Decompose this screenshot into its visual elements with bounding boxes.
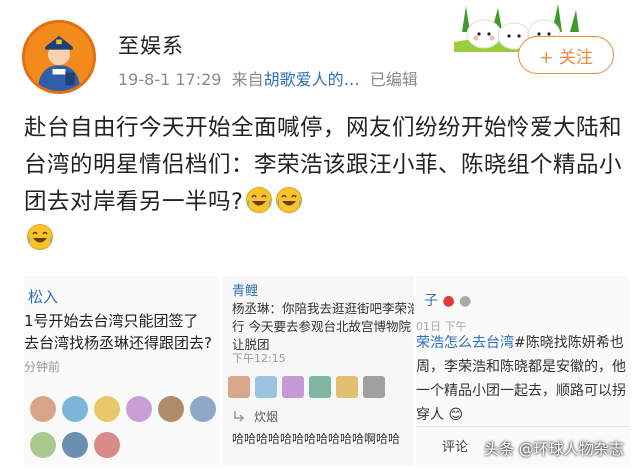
author-avatar[interactable] (22, 20, 96, 94)
user-avatar (126, 396, 152, 422)
level-badge-icon: ● (459, 293, 472, 309)
user-avatar (30, 396, 56, 422)
laugh-cry-emoji-icon (246, 187, 273, 213)
thumbnail (282, 376, 304, 398)
post-text: 赴台自由行今天开始全面喊停，网友们纷纷开始怜爱大陆和台湾的明星情侣档们：李荣浩该… (24, 115, 623, 215)
laugh-cry-emoji-icon (27, 224, 53, 250)
follow-button[interactable]: + 关注 (518, 36, 614, 74)
panel2-line-1: 杨丞琳：你陪我去逛逛街吧李荣浩 (232, 301, 414, 316)
from-label: 来自 (231, 70, 264, 89)
post-image-1[interactable]: 松入 1号开始去台湾只能团签了 去台湾找杨丞琳还得跟团去? 分钟前 (24, 276, 220, 466)
panel2-reply-name: 炊烟 (254, 410, 279, 424)
user-avatar (94, 432, 120, 458)
thumbnail (228, 376, 250, 398)
panel1-avatar-row-2 (30, 432, 120, 458)
thumbnail (309, 376, 331, 398)
user-avatar (62, 432, 88, 458)
post-source-link[interactable]: 胡歌爱人的… (264, 70, 360, 89)
panel3-line-1: 荣浩怎么去台湾#陈晓找陈妍希也 (416, 332, 624, 352)
police-avatar-icon (25, 23, 93, 91)
panel1-username: 松入 (28, 288, 59, 306)
user-avatar (62, 396, 88, 422)
panel3-username-text: 子 (424, 293, 438, 309)
panel3-username: 子 ● ● (424, 290, 471, 310)
panel1-line-2: 去台湾找杨丞琳还得跟团去? (24, 334, 212, 352)
user-avatar (30, 432, 56, 458)
divider (416, 426, 630, 427)
thumbnail (363, 376, 385, 398)
panel3-line-3: 一个精品小团一起去，顺路可以拐 (416, 383, 626, 399)
user-avatar (158, 396, 184, 422)
panel2-time: 下午12:15 (232, 352, 286, 365)
thumbnail (255, 376, 277, 398)
post-meta: 19-8-1 17:29 来自胡歌爱人的… 已编辑 (118, 66, 418, 90)
panel3-line-1-rest: #陈晓找陈妍希也 (514, 335, 624, 351)
panel2-image-row (228, 376, 385, 398)
post-body: 赴台自由行今天开始全面喊停，网友们纷纷开始怜爱大陆和台湾的明星情侣档们：李荣浩该… (24, 110, 624, 258)
panel2-line-2: 行 今天要去参观台北故宫博物院 导 (232, 319, 414, 334)
post-date: 19-8-1 17:29 (118, 70, 222, 89)
user-avatar (190, 396, 216, 422)
laugh-cry-emoji-icon (276, 187, 303, 213)
verified-badge-icon: ● (442, 293, 455, 309)
smile-emoji-icon: 😊 (448, 407, 464, 423)
panel1-avatar-row (30, 396, 216, 422)
panel3-line-4: 穿人 😊 (416, 404, 463, 424)
panel2-username: 青鲤 (232, 284, 259, 299)
source-watermark: 头条 @环球人物杂志 (484, 440, 624, 458)
panel2-reply-text: 哈哈哈哈哈哈哈哈哈哈哈啊哈哈 (232, 432, 401, 446)
author-name[interactable]: 至娱系 (118, 30, 184, 60)
panel3-line-2: 周，李荣浩和陈晓都是安徽的，他 (416, 359, 626, 375)
panel1-line-1: 1号开始去台湾只能团签了 (24, 312, 199, 330)
panel1-time: 分钟前 (24, 360, 61, 374)
panel3-line-4-text: 穿人 (416, 407, 444, 423)
panel3-hashtag[interactable]: 荣浩怎么去台湾 (416, 335, 514, 351)
post-image-2[interactable]: 青鲤 杨丞琳：你陪我去逛逛街吧李荣浩 行 今天要去参观台北故宫博物院 导 让脱团… (222, 276, 414, 466)
reply-icon (234, 411, 245, 422)
comment-button[interactable]: 评论 (442, 436, 468, 455)
edited-label: 已编辑 (369, 70, 418, 89)
thumbnail (336, 376, 358, 398)
user-avatar (94, 396, 120, 422)
